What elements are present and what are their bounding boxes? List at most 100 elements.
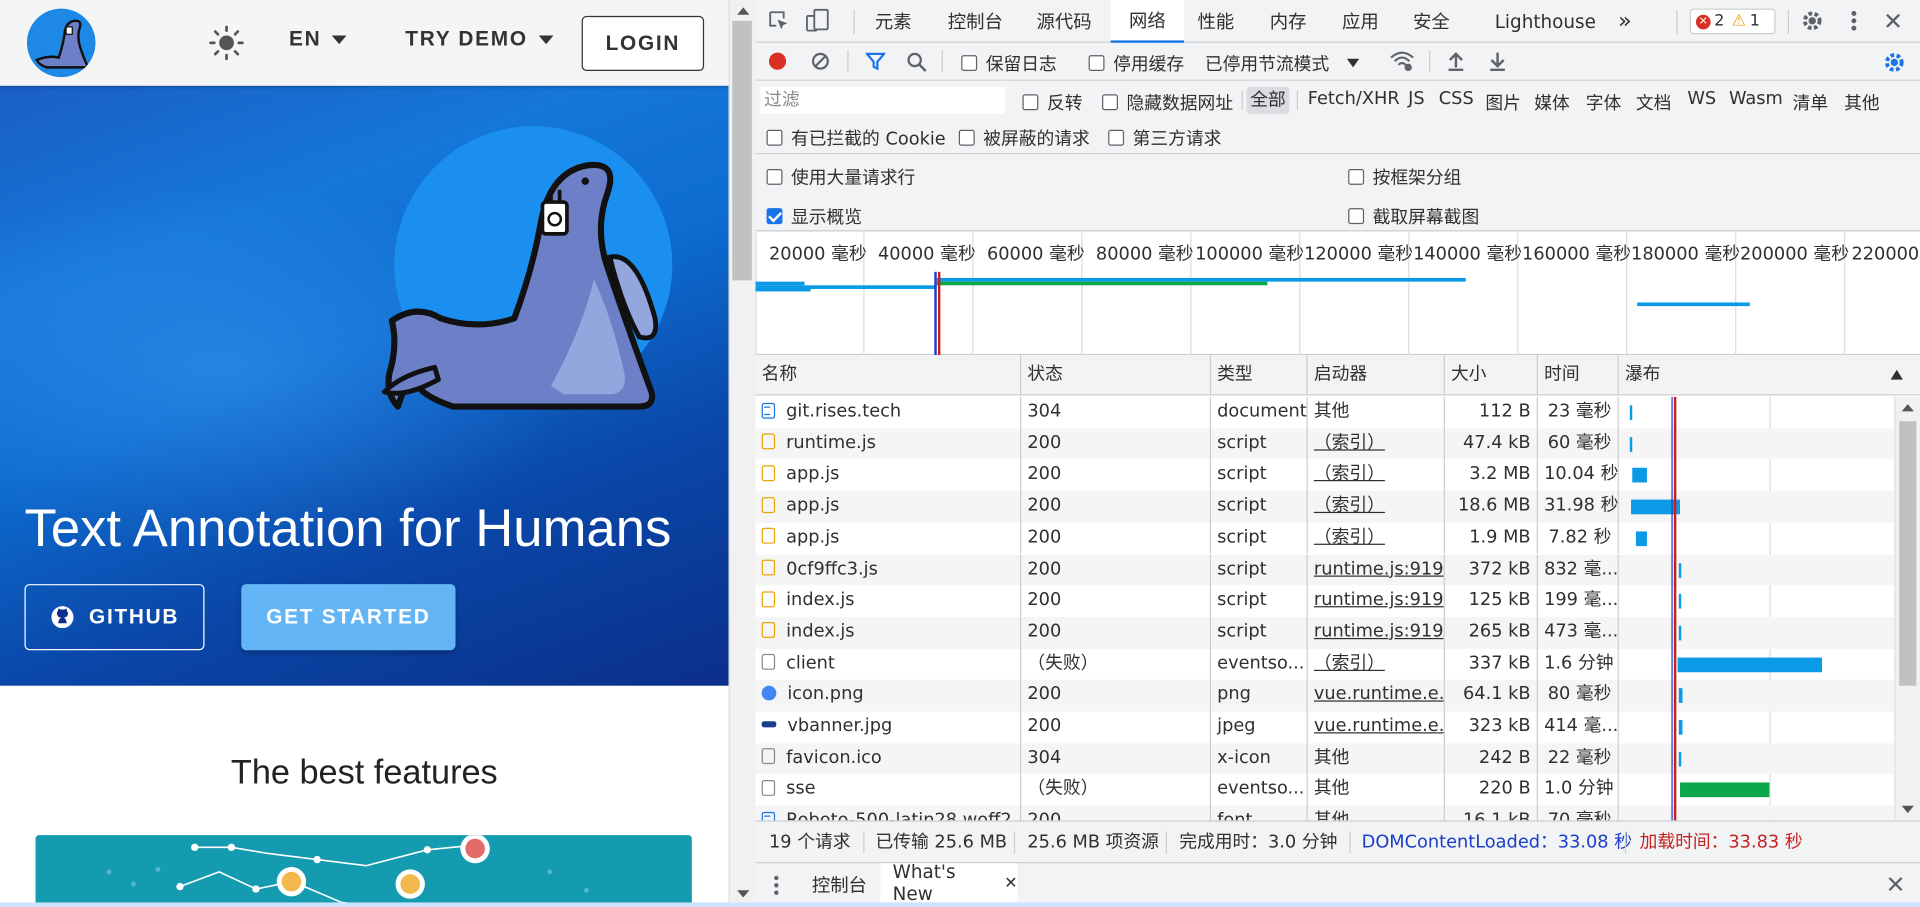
tab-application[interactable]: 应用 <box>1331 0 1390 43</box>
sort-ascending-icon[interactable] <box>1890 369 1903 380</box>
table-row[interactable]: git.rises.tech 304 document 其他 112 B 23 … <box>756 396 1895 429</box>
table-row[interactable]: index.js 200 script runtime.js:919 125 k… <box>756 585 1895 617</box>
device-toolbar-icon[interactable] <box>806 8 830 33</box>
blocked-requests-checkbox[interactable]: 被屏蔽的请求 <box>958 125 1090 151</box>
issues-counter[interactable]: ✕ 2 ⚠ 1 <box>1689 8 1776 35</box>
column-waterfall[interactable]: 瀑布 <box>1619 355 1920 395</box>
record-icon[interactable] <box>768 52 787 70</box>
github-button[interactable]: GITHUB <box>24 584 205 651</box>
request-initiator[interactable]: runtime.js:919 <box>1308 585 1445 617</box>
scrollbar-thumb[interactable] <box>1899 421 1917 686</box>
more-options-icon[interactable] <box>1844 9 1864 33</box>
scroll-down-arrow-icon[interactable] <box>1901 805 1914 814</box>
filter-type-manifest[interactable]: 清单 <box>1793 89 1829 115</box>
tab-memory[interactable]: 内存 <box>1258 0 1319 43</box>
table-scrollbar[interactable] <box>1894 396 1920 821</box>
tab-elements[interactable]: 元素 <box>860 0 927 43</box>
tab-console[interactable]: 控制台 <box>936 0 1016 43</box>
table-row[interactable]: 0cf9ffc3.js 200 script runtime.js:919 37… <box>755 554 1895 586</box>
more-tabs-icon[interactable]: » <box>1610 0 1639 43</box>
tab-sources[interactable]: 源代码 <box>1027 0 1100 43</box>
filter-input[interactable] <box>760 86 1006 114</box>
request-initiator[interactable]: （索引） <box>1308 522 1445 555</box>
capture-screenshots-checkbox[interactable]: 截取屏幕截图 <box>1348 203 1479 229</box>
clear-icon[interactable] <box>811 51 831 71</box>
network-conditions-icon[interactable] <box>1390 50 1414 72</box>
column-initiator[interactable]: 启动器 <box>1308 355 1445 396</box>
preserve-log-checkbox[interactable]: 保留日志 <box>961 50 1057 76</box>
throttling-select[interactable]: 已停用节流模式 <box>1205 50 1359 76</box>
filter-type-doc[interactable]: 文档 <box>1636 89 1672 115</box>
large-rows-checkbox[interactable]: 使用大量请求行 <box>766 164 915 190</box>
third-party-checkbox[interactable]: 第三方请求 <box>1108 125 1221 151</box>
table-row[interactable]: app.js 200 script （索引） 1.9 MB 7.82 秒 <box>756 522 1895 555</box>
tab-network[interactable]: 网络 <box>1110 0 1185 43</box>
filter-type-other[interactable]: 其他 <box>1844 89 1880 115</box>
request-initiator[interactable]: （索引） <box>1308 428 1445 460</box>
filter-type-js[interactable]: JS <box>1408 89 1425 109</box>
drawer-tab-whats-new[interactable]: What's New ✕ <box>880 861 1018 905</box>
filter-type-font[interactable]: 字体 <box>1586 89 1622 115</box>
hide-data-urls-checkbox[interactable]: 隐藏数据网址 <box>1102 89 1233 115</box>
close-devtools-icon[interactable] <box>1883 11 1903 31</box>
drawer-menu-icon[interactable] <box>771 874 781 896</box>
settings-gear-icon[interactable] <box>1800 9 1824 33</box>
scroll-down-arrow-icon[interactable] <box>737 890 750 898</box>
network-overview[interactable]: 20000 毫秒 40000 毫秒 60000 毫秒 80000 毫秒 1000… <box>755 232 1920 356</box>
filter-type-fetch-xhr[interactable]: Fetch/XHR <box>1308 89 1400 109</box>
table-row[interactable]: index.js 200 script runtime.js:919 265 k… <box>755 617 1895 649</box>
request-initiator[interactable]: （索引） <box>1308 459 1445 492</box>
table-row[interactable]: vbanner.jpg 200 jpeg vue.runtime.e... 32… <box>756 711 1895 743</box>
close-drawer-icon[interactable] <box>1887 876 1904 893</box>
group-by-frame-checkbox[interactable]: 按框架分组 <box>1348 164 1461 190</box>
search-icon[interactable] <box>906 51 927 72</box>
filter-type-css[interactable]: CSS <box>1439 89 1474 109</box>
request-initiator[interactable]: vue.runtime.e... <box>1308 711 1445 743</box>
table-row[interactable]: Roboto-500-latin28.woff2 200 font 其他 16.… <box>755 805 1895 821</box>
request-initiator[interactable]: vue.runtime.e... <box>1308 679 1445 712</box>
request-initiator[interactable]: （索引） <box>1308 648 1445 680</box>
column-name[interactable]: 名称 <box>756 355 1022 396</box>
filter-type-ws[interactable]: WS <box>1687 89 1716 109</box>
table-row[interactable]: favicon.ico 304 x-icon 其他 242 B 22 毫秒 <box>755 742 1895 775</box>
table-row[interactable]: app.js 200 script （索引） 3.2 MB 10.04 秒 <box>756 459 1895 492</box>
scrollbar-thumb[interactable] <box>732 20 752 281</box>
inspect-element-icon[interactable] <box>768 10 790 32</box>
page-scrollbar[interactable] <box>728 0 756 907</box>
request-initiator[interactable]: （索引） <box>1308 491 1445 523</box>
column-status[interactable]: 状态 <box>1021 355 1212 396</box>
filter-type-wasm[interactable]: Wasm <box>1729 89 1783 109</box>
table-row[interactable]: icon.png 200 png vue.runtime.e... 64.1 k… <box>755 679 1895 712</box>
request-initiator[interactable]: runtime.js:919 <box>1308 617 1445 649</box>
table-row[interactable]: runtime.js 200 script （索引） 47.4 kB 60 毫秒 <box>755 428 1895 460</box>
tab-performance[interactable]: 性能 <box>1187 0 1246 43</box>
scroll-up-arrow-icon[interactable] <box>737 7 750 15</box>
table-row[interactable]: client （失败） eventso... （索引） 337 kB 1.6 分… <box>756 648 1895 680</box>
filter-type-img[interactable]: 图片 <box>1485 89 1521 115</box>
network-settings-icon[interactable] <box>1882 50 1906 74</box>
doccano-logo[interactable] <box>26 8 96 78</box>
disable-cache-checkbox[interactable]: 停用缓存 <box>1088 50 1184 76</box>
filter-type-all[interactable]: 全部 <box>1246 86 1290 114</box>
login-button[interactable]: LOGIN <box>581 15 705 72</box>
column-size[interactable]: 大小 <box>1445 355 1538 396</box>
column-time[interactable]: 时间 <box>1538 355 1619 396</box>
get-started-button[interactable]: GET STARTED <box>241 584 456 651</box>
drawer-tab-console[interactable]: 控制台 <box>800 863 880 905</box>
tab-security[interactable]: 安全 <box>1402 0 1461 43</box>
brightness-icon[interactable] <box>208 24 245 61</box>
try-demo-menu[interactable]: TRY DEMO <box>405 27 554 51</box>
invert-checkbox[interactable]: 反转 <box>1022 89 1082 115</box>
filter-icon[interactable] <box>865 51 886 71</box>
close-tab-icon[interactable]: ✕ <box>1004 874 1017 892</box>
scroll-up-arrow-icon[interactable] <box>1901 404 1914 412</box>
table-row[interactable]: sse （失败） eventso... 其他 220 B 1.0 分钟 <box>756 774 1895 806</box>
import-har-icon[interactable] <box>1446 50 1466 72</box>
filter-type-media[interactable]: 媒体 <box>1534 89 1570 115</box>
show-overview-checkbox[interactable]: 显示概览 <box>766 203 862 229</box>
column-type[interactable]: 类型 <box>1211 355 1308 396</box>
table-row[interactable]: app.js 200 script （索引） 18.6 MB 31.98 秒 <box>755 491 1895 523</box>
tab-lighthouse[interactable]: Lighthouse <box>1490 0 1600 43</box>
export-har-icon[interactable] <box>1488 50 1508 72</box>
request-initiator[interactable]: runtime.js:919 <box>1308 554 1445 586</box>
